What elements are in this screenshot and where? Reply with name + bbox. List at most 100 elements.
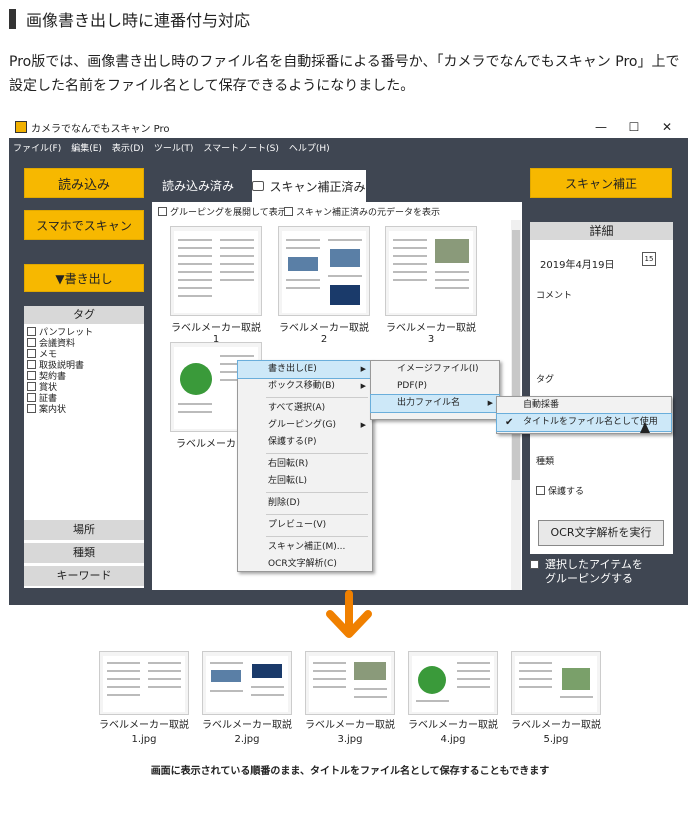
group-selected-checkbox[interactable]: [530, 560, 539, 569]
intro-paragraph: Pro版では、画像書き出し時のファイル名を自動採番による番号か、「カメラでなんで…: [9, 54, 680, 94]
output-file-ext: 3.jpg: [337, 734, 363, 745]
tag-checkbox[interactable]: [27, 382, 36, 391]
comment-label: コメント: [536, 291, 573, 301]
window-title: カメラでなんでもスキャン Pro: [31, 123, 170, 135]
protect-checkbox[interactable]: [536, 486, 545, 495]
heading-text: 画像書き出し時に連番付与対応: [26, 11, 251, 30]
sub-image-file[interactable]: イメージファイル(I): [371, 361, 499, 378]
output-thumbnail: [305, 651, 395, 715]
scrollbar-thumb[interactable]: [512, 230, 520, 480]
export-submenu: イメージファイル(I) PDF(P) 出力ファイル名 ▶: [370, 360, 500, 420]
menu-help[interactable]: ヘルプ(H): [289, 141, 330, 154]
output-thumbnail: [202, 651, 292, 715]
sub-pdf[interactable]: PDF(P): [371, 378, 499, 395]
output-file: ラベルメーカー取説 5.jpg: [506, 651, 606, 747]
output-file-name: ラベルメーカー取説: [305, 720, 395, 731]
output-file: ラベルメーカー取説 2.jpg: [197, 651, 297, 747]
group-selected-option[interactable]: 選択したアイテムを グルーピングする: [530, 558, 643, 586]
document-thumbnail: [385, 226, 477, 316]
output-file-name: ラベルメーカー取説: [511, 720, 601, 731]
ctx-grouping[interactable]: グルーピング(G) ▶: [238, 417, 372, 434]
tag-checkbox[interactable]: [27, 349, 36, 358]
mouse-cursor-icon: [640, 422, 650, 433]
tag-checkbox[interactable]: [27, 393, 36, 402]
caption-note: 画面に表示されている順番のまま、タイトルをファイル名として保存することもできます: [150, 766, 550, 777]
keyword-button[interactable]: キーワード: [24, 566, 144, 586]
tag-label: タグ: [536, 375, 555, 385]
protect-option[interactable]: 保護する: [536, 484, 584, 497]
thumbnail-item[interactable]: ラベルメーカー取説1: [168, 226, 264, 345]
scan-correct-button[interactable]: スキャン補正: [530, 168, 672, 198]
date-value: 2019年4月19日: [540, 260, 615, 271]
menu-smartnote[interactable]: スマートノート(S): [203, 141, 278, 154]
thumbnail-caption: ラベルメーカー取説3: [386, 323, 476, 345]
ctx-scan-correct[interactable]: スキャン補正(M)...: [238, 539, 372, 556]
title-bar: カメラでなんでもスキャン Pro — ☐ ✕: [9, 116, 688, 138]
ctx-ocr[interactable]: OCR文字解析(C): [238, 556, 372, 573]
tag-item[interactable]: 案内状: [27, 403, 144, 415]
ctx-export[interactable]: 書き出し(E) ▶: [237, 360, 373, 379]
menu-view[interactable]: 表示(D): [112, 141, 144, 154]
details-header: 詳細: [530, 222, 673, 240]
tag-list: パンフレット 会議資料 メモ 取扱説明書 契約書 賞状 証書 案内状: [24, 326, 144, 415]
menu-bar: ファイル(F) 編集(E) 表示(D) ツール(T) スマートノート(S) ヘル…: [9, 138, 688, 156]
menu-edit[interactable]: 編集(E): [71, 141, 102, 154]
menu-separator: [266, 397, 368, 398]
context-menu: 書き出し(E) ▶ ボックス移動(B) ▶ すべて選択(A) グルーピング(G) ▶ …: [237, 360, 373, 572]
ctx-preview[interactable]: プレビュー(V): [238, 517, 372, 534]
heading-bar: [9, 9, 16, 29]
minimize-button[interactable]: —: [588, 116, 614, 138]
thumbnail-item[interactable]: ラベルメーカー取説3: [383, 226, 479, 345]
check-icon: ✔: [505, 417, 514, 428]
tag-checkbox[interactable]: [27, 338, 36, 347]
ctx-protect[interactable]: 保護する(P): [238, 434, 372, 451]
type-label: 種類: [536, 457, 555, 467]
calendar-icon[interactable]: 15: [642, 252, 656, 266]
output-file-name: ラベルメーカー取説: [99, 720, 189, 731]
tag-checkbox[interactable]: [27, 327, 36, 336]
output-file-ext: 4.jpg: [440, 734, 466, 745]
sub-output-filename[interactable]: 出力ファイル名 ▶: [370, 394, 500, 413]
ctx-delete[interactable]: 削除(D): [238, 495, 372, 512]
output-file: ラベルメーカー取説 3.jpg: [300, 651, 400, 747]
app-window: カメラでなんでもスキャン Pro — ☐ ✕ ファイル(F) 編集(E) 表示(…: [9, 116, 688, 605]
maximize-button[interactable]: ☐: [621, 116, 647, 138]
expand-grouping-option[interactable]: グルーピングを展開して表示: [158, 205, 287, 218]
ocr-button[interactable]: OCR文字解析を実行: [538, 520, 664, 546]
output-thumbnail: [99, 651, 189, 715]
menu-separator: [266, 492, 368, 493]
ctx-rotate-left[interactable]: 左回転(L): [238, 473, 372, 490]
tag-checkbox[interactable]: [27, 360, 36, 369]
menu-tools[interactable]: ツール(T): [154, 141, 194, 154]
output-file: ラベルメーカー取説 1.jpg: [94, 651, 194, 747]
thumbnail-item[interactable]: ラベルメーカー取説2: [276, 226, 372, 345]
tab-scan-corrected[interactable]: スキャン補正済み: [252, 170, 366, 202]
tag-checkbox[interactable]: [27, 371, 36, 380]
ctx-move-box[interactable]: ボックス移動(B) ▶: [238, 378, 372, 395]
down-arrow-icon: [326, 590, 372, 638]
menu-separator: [266, 514, 368, 515]
menu-separator: [266, 536, 368, 537]
close-button[interactable]: ✕: [654, 116, 680, 138]
expand-grouping-checkbox[interactable]: [158, 207, 167, 216]
tag-checkbox[interactable]: [27, 404, 36, 413]
ctx-select-all[interactable]: すべて選択(A): [238, 400, 372, 417]
output-file: ラベルメーカー取説 4.jpg: [403, 651, 503, 747]
section-heading: 画像書き出し時に連番付与対応: [9, 8, 250, 30]
sub-auto-numbering[interactable]: 自動採番: [497, 397, 671, 414]
menu-file[interactable]: ファイル(F): [13, 141, 61, 154]
phone-scan-button[interactable]: スマホでスキャン: [24, 210, 144, 240]
ctx-rotate-right[interactable]: 右回転(R): [238, 456, 372, 473]
export-button[interactable]: ▼書き出し: [24, 264, 144, 292]
document-thumbnail: [278, 226, 370, 316]
show-original-option[interactable]: スキャン補正済みの元データを表示: [284, 205, 440, 218]
show-original-checkbox[interactable]: [284, 207, 293, 216]
group-selected-label: 選択したアイテムを グルーピングする: [545, 558, 643, 585]
app-icon: [15, 121, 27, 133]
output-thumbnail: [408, 651, 498, 715]
tab-imported[interactable]: 読み込み済み: [152, 172, 244, 198]
location-button[interactable]: 場所: [24, 520, 144, 540]
thumbnail-caption: ラベルメーカー取説2: [279, 323, 369, 345]
import-button[interactable]: 読み込み: [24, 168, 144, 198]
type-button[interactable]: 種類: [24, 543, 144, 563]
